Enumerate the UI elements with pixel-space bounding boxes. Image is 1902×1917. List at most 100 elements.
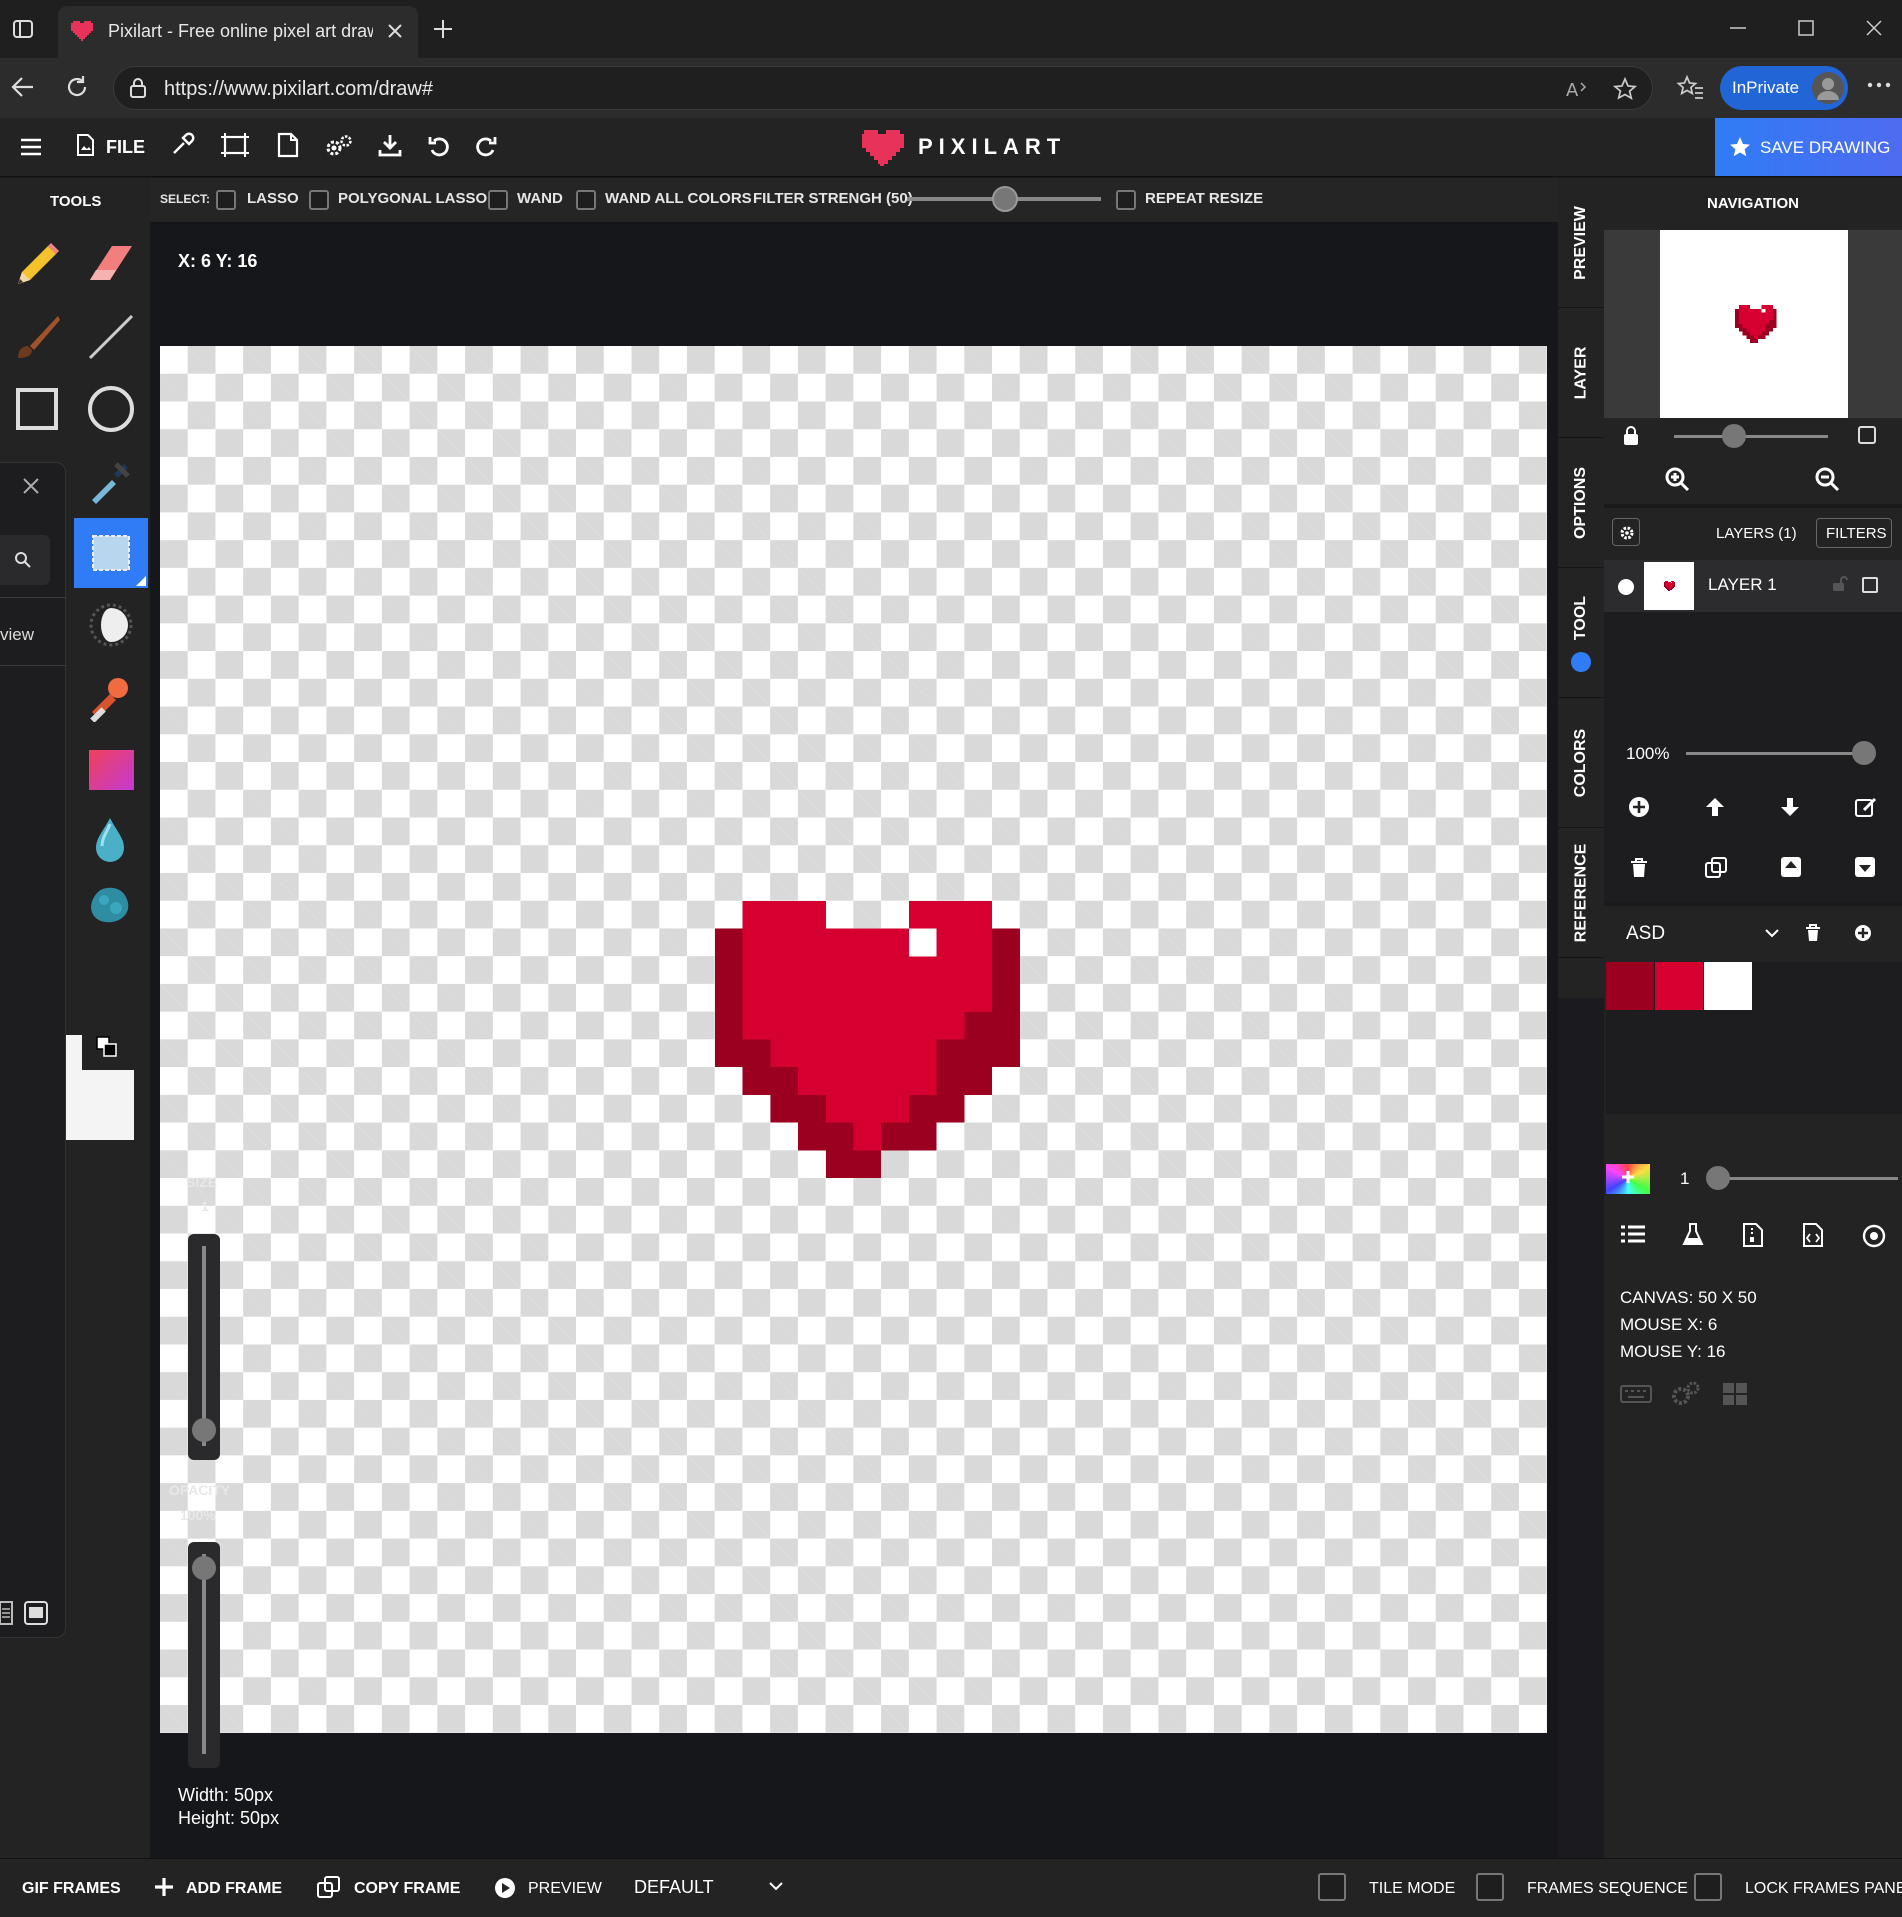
move-layer-up-icon[interactable] [1704, 796, 1726, 818]
duplicate-layer-icon[interactable] [1704, 856, 1728, 880]
polygonal-lasso-checkbox[interactable] [309, 190, 329, 210]
redo-icon[interactable] [474, 134, 498, 158]
minimize-icon[interactable] [1728, 18, 1748, 38]
size-knob[interactable] [192, 1418, 216, 1442]
filters-button[interactable]: FILTERS [1816, 518, 1892, 548]
list-icon[interactable] [1620, 1224, 1646, 1246]
merge-down-icon[interactable] [1854, 856, 1876, 878]
pencil-tool-icon[interactable] [12, 240, 62, 290]
drawing-canvas[interactable] [160, 346, 1547, 1733]
dropper-tool-icon[interactable] [86, 456, 136, 506]
layer-opacity-slider[interactable] [1686, 741, 1876, 765]
stamp-tool-icon[interactable] [86, 672, 136, 722]
blob-brush-tool-icon[interactable] [88, 884, 132, 928]
fill-drop-tool-icon[interactable] [92, 816, 128, 864]
tab-reference[interactable]: REFERENCE [1558, 828, 1604, 958]
navigation-preview[interactable] [1604, 230, 1902, 418]
panel-search-button[interactable] [0, 535, 50, 585]
url-field[interactable]: https://www.pixilart.com/draw# A [113, 66, 1653, 110]
tab-tool[interactable]: TOOL [1558, 568, 1604, 698]
tab-actions-icon[interactable] [12, 18, 34, 40]
tile-mode-checkbox[interactable] [1318, 1873, 1346, 1901]
tab-options[interactable]: OPTIONS [1558, 438, 1604, 568]
new-file-icon[interactable] [277, 132, 299, 158]
filter-strength-knob[interactable] [992, 186, 1018, 212]
target-icon[interactable] [1862, 1224, 1886, 1248]
delete-layer-icon[interactable] [1630, 858, 1648, 878]
brush-size-knob[interactable] [1706, 1166, 1730, 1190]
browser-tab[interactable]: Pixilart - Free online pixel art draw [58, 6, 418, 58]
grid-icon[interactable] [1722, 1382, 1748, 1406]
add-frame-button[interactable]: ADD FRAME [150, 1871, 282, 1905]
filter-strength-slider[interactable] [907, 186, 1101, 212]
layer-settings-button[interactable] [1612, 518, 1640, 546]
eraser-tool-icon[interactable] [86, 240, 136, 290]
opacity-slider[interactable] [188, 1542, 220, 1768]
edit-layer-icon[interactable] [1854, 796, 1878, 818]
rectangle-tool-icon[interactable] [12, 384, 62, 434]
circle-tool-icon[interactable] [86, 384, 136, 434]
undo-icon[interactable] [427, 134, 451, 158]
lock-zoom-icon[interactable] [1622, 426, 1640, 446]
zoom-knob[interactable] [1722, 424, 1746, 448]
file-zip-icon[interactable] [1742, 1222, 1764, 1248]
palette-swatch-dark-red[interactable] [1606, 962, 1654, 1010]
tab-preview[interactable]: PREVIEW [1558, 178, 1604, 308]
window-view-icon[interactable] [24, 1601, 48, 1625]
preview-frames-button[interactable]: PREVIEW [492, 1871, 602, 1905]
line-tool-icon[interactable] [86, 312, 136, 362]
mode-select[interactable]: DEFAULT [630, 1869, 790, 1905]
save-drawing-button[interactable]: SAVE DRAWING [1715, 118, 1902, 176]
select-tool-button[interactable] [74, 518, 148, 588]
palette-swatch-red[interactable] [1655, 962, 1703, 1010]
file-menu[interactable]: FILE [74, 132, 146, 162]
flask-icon[interactable] [1682, 1222, 1704, 1246]
lock-frames-panel-checkbox[interactable] [1694, 1873, 1722, 1901]
lighten-darken-tool-icon[interactable] [86, 600, 136, 650]
primary-color-swatch[interactable] [66, 1035, 82, 1073]
refresh-icon[interactable] [64, 74, 90, 100]
favorite-star-icon[interactable] [1612, 77, 1638, 101]
resize-canvas-icon[interactable] [219, 132, 251, 158]
layer-row[interactable]: LAYER 1 [1604, 560, 1902, 612]
move-layer-down-icon[interactable] [1779, 796, 1801, 818]
brush-size-slider[interactable] [1706, 1166, 1898, 1190]
add-color-button[interactable] [1606, 1164, 1650, 1194]
zoom-in-icon[interactable] [1664, 466, 1690, 492]
layer-unlock-icon[interactable] [1832, 576, 1848, 592]
delete-palette-icon[interactable] [1805, 924, 1821, 942]
download-icon[interactable] [378, 133, 402, 157]
close-window-icon[interactable] [1864, 18, 1884, 38]
tab-colors[interactable]: COLORS [1558, 698, 1604, 828]
close-panel-icon[interactable] [22, 477, 40, 495]
wand-checkbox[interactable] [488, 190, 508, 210]
layer-visibility-dot[interactable] [1618, 579, 1634, 595]
swap-colors-icon[interactable] [96, 1036, 118, 1058]
eyedropper-tool-icon[interactable] [169, 132, 195, 158]
repeat-resize-checkbox[interactable] [1116, 190, 1136, 210]
favorites-icon[interactable] [1676, 74, 1704, 100]
list-view-icon[interactable] [0, 1601, 14, 1625]
close-tab-icon[interactable] [386, 22, 404, 40]
zoom-slider[interactable] [1674, 424, 1828, 448]
add-layer-icon[interactable] [1628, 796, 1650, 818]
copy-frame-button[interactable]: COPY FRAME [316, 1871, 460, 1905]
size-slider[interactable] [188, 1234, 220, 1460]
tab-layer[interactable]: LAYER [1558, 308, 1604, 438]
wand-all-colors-checkbox[interactable] [576, 190, 596, 210]
inprivate-badge[interactable]: InPrivate [1720, 66, 1848, 110]
maximize-icon[interactable] [1796, 18, 1816, 38]
new-tab-icon[interactable] [432, 18, 454, 40]
menu-icon[interactable] [20, 137, 42, 157]
layer-checkbox[interactable] [1862, 577, 1878, 593]
gradient-tool-icon[interactable] [89, 750, 134, 790]
lasso-checkbox[interactable] [216, 190, 236, 210]
frames-sequence-checkbox[interactable] [1476, 1873, 1504, 1901]
palette-dropdown-icon[interactable] [1764, 926, 1780, 940]
fit-checkbox[interactable] [1858, 426, 1876, 444]
merge-up-icon[interactable] [1780, 856, 1802, 878]
file-code-icon[interactable] [1802, 1222, 1824, 1248]
settings-gears-icon[interactable] [325, 134, 353, 158]
brush-tool-icon[interactable] [12, 312, 62, 362]
add-palette-icon[interactable] [1854, 924, 1872, 942]
